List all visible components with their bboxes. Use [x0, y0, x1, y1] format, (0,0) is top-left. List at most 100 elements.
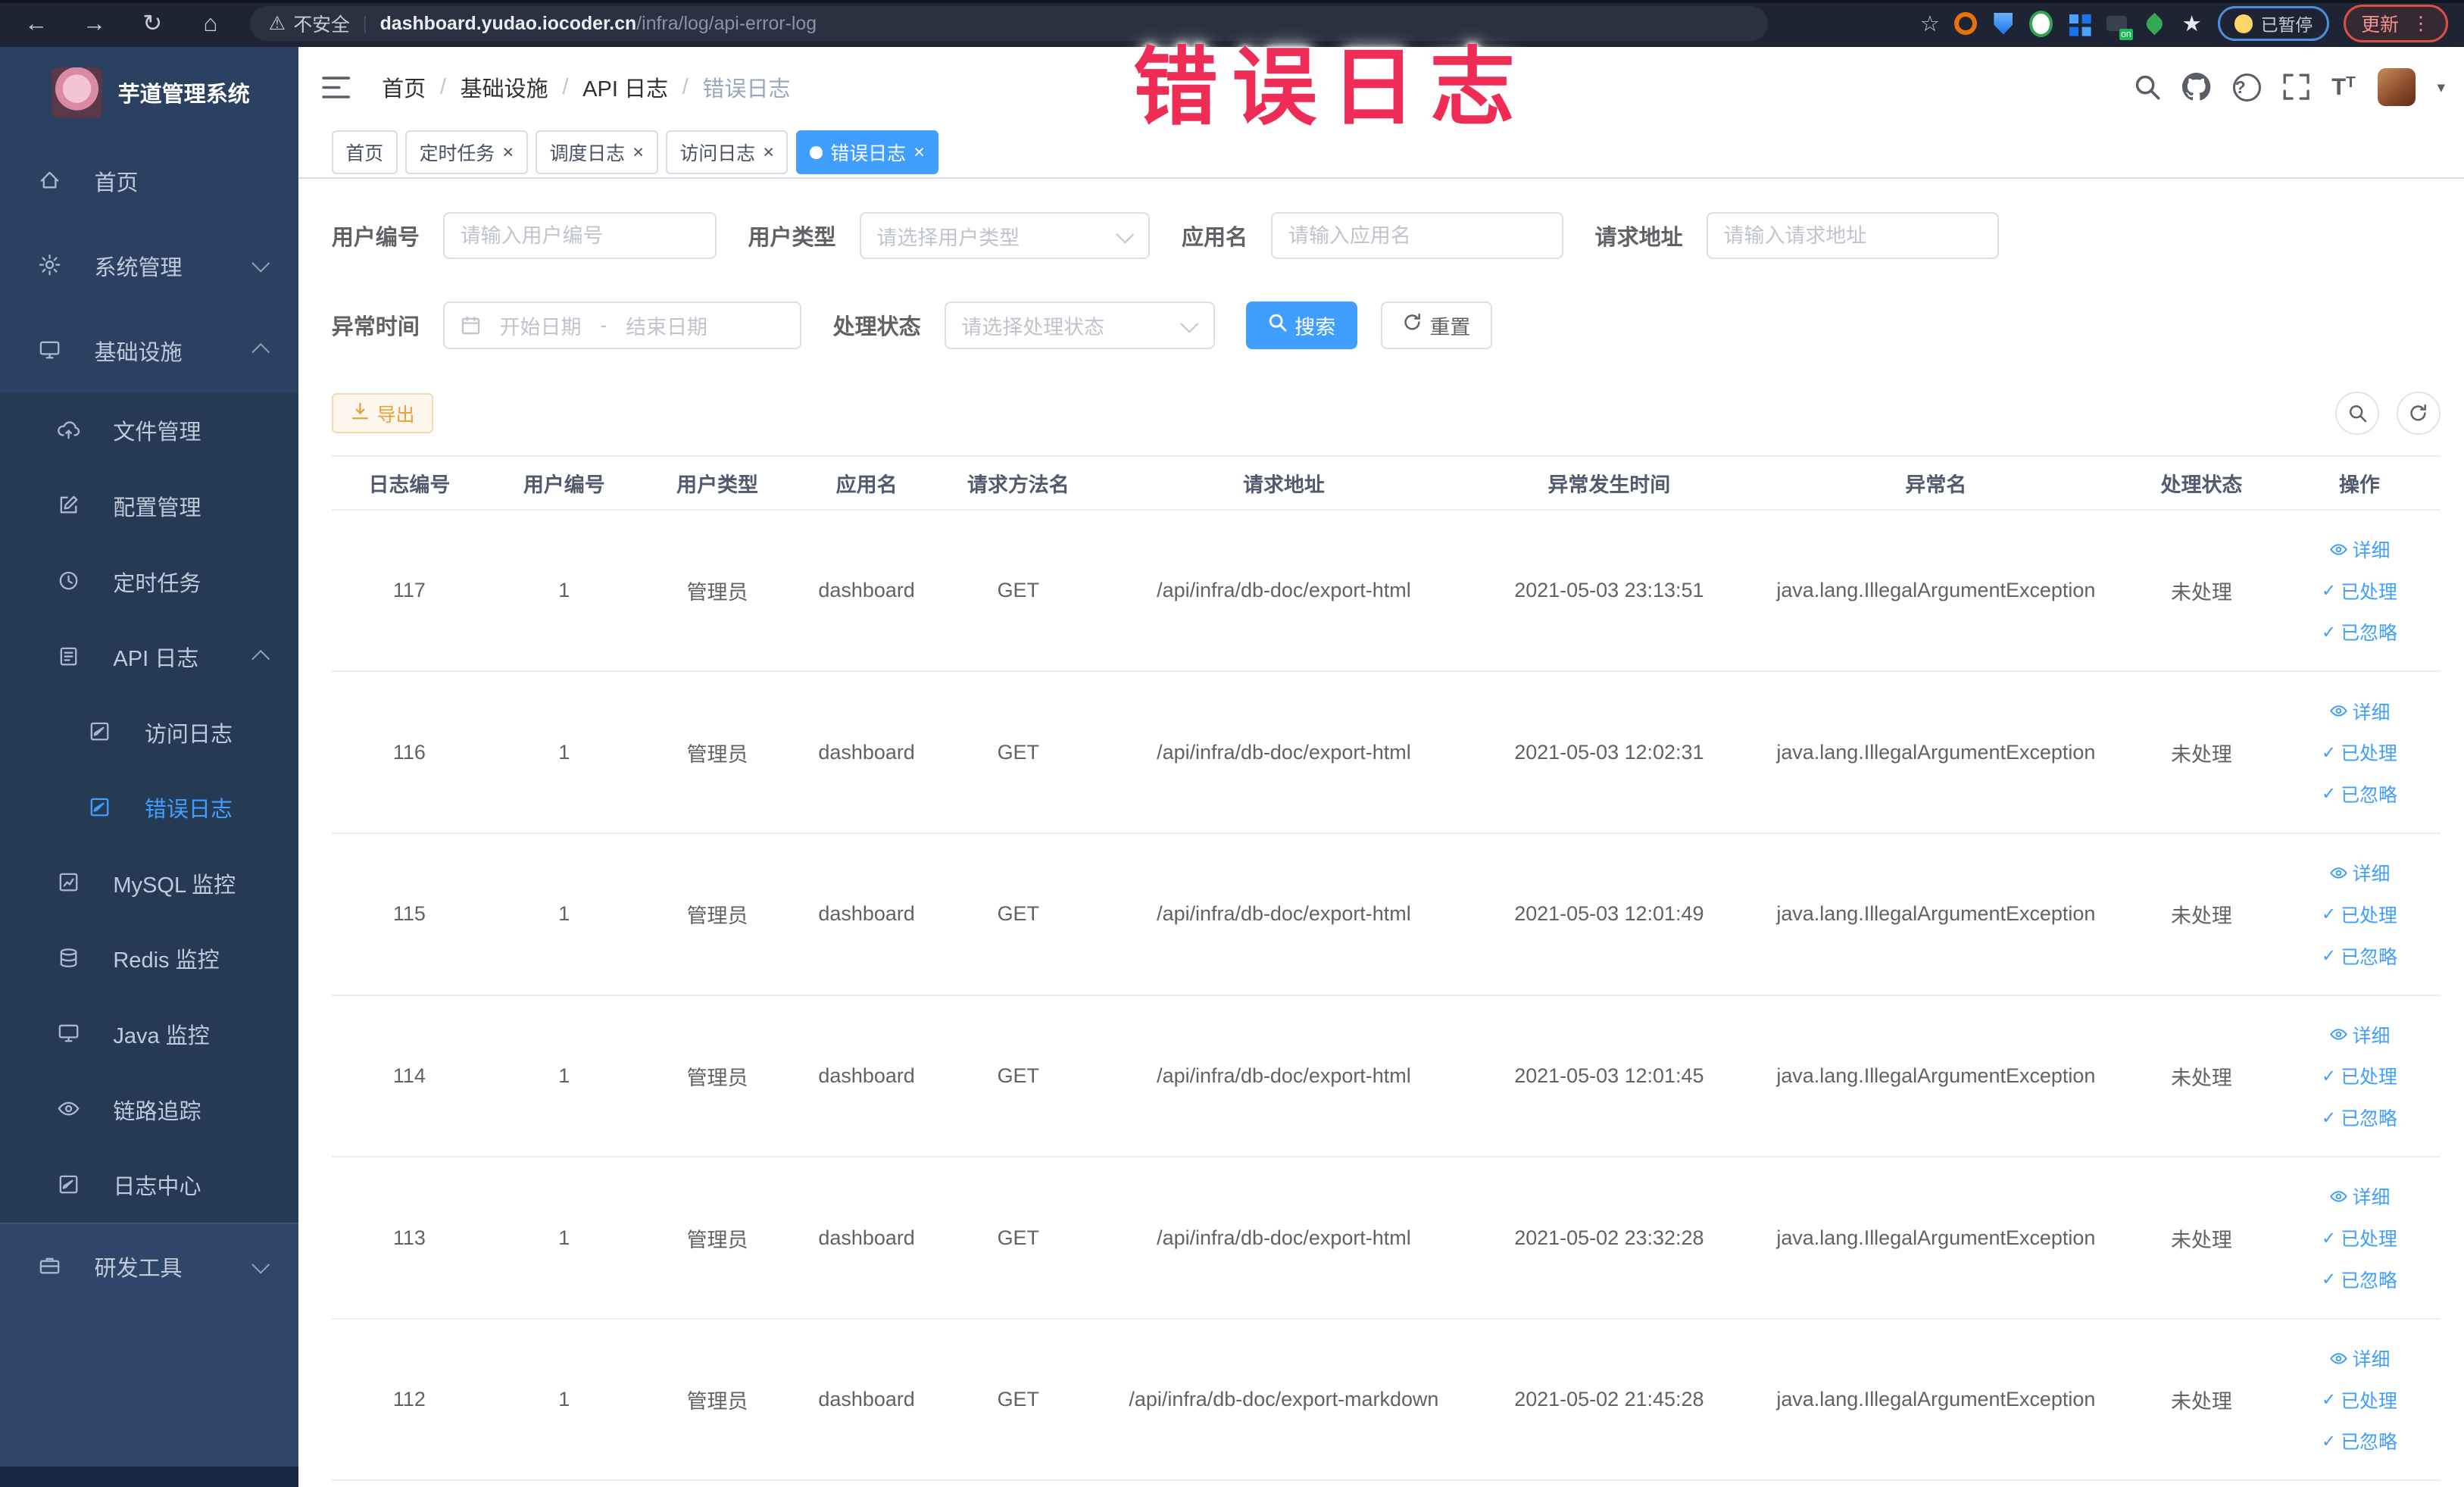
hide-search-button[interactable] [2335, 391, 2380, 436]
cell-exception-time: 2021-05-03 12:01:49 [1514, 902, 1704, 926]
avatar[interactable] [2377, 68, 2416, 107]
help-icon[interactable]: ? [2232, 73, 2261, 102]
sidebar-item[interactable]: 系统管理 [0, 223, 298, 308]
paused-chip[interactable]: 已暂停 [2217, 6, 2329, 41]
table-row: 113 1 管理员 dashboard GET /api/infra/db-do… [331, 1157, 2441, 1320]
cell-exception-name: java.lang.IllegalArgumentException [1776, 740, 2096, 764]
check-icon: ✓ [2321, 904, 2337, 924]
reload-icon[interactable]: ↻ [139, 10, 167, 37]
tag-tab[interactable]: 错误日志 × [795, 130, 939, 175]
col-actions: 操作 [2338, 473, 2380, 497]
tag-tab[interactable]: 首页 [331, 130, 398, 175]
sidebar-item[interactable]: 日志中心 [0, 1147, 298, 1223]
app-title: 芋道管理系统 [117, 83, 250, 108]
fullscreen-icon[interactable] [2283, 73, 2309, 101]
menu-dots-icon[interactable]: ⋮ [2412, 12, 2431, 35]
reset-button[interactable]: 重置 [1381, 301, 1493, 349]
sidebar-item[interactable]: 研发工具 [0, 1224, 298, 1309]
check-icon: ✓ [2321, 742, 2337, 762]
cell-exception-name: java.lang.IllegalArgumentException [1776, 1388, 2096, 1411]
sidebar-item[interactable]: Java 监控 [0, 996, 298, 1072]
col-status: 处理状态 [2160, 473, 2243, 497]
tag-tab[interactable]: 调度日志 × [535, 130, 658, 175]
check-icon: ✓ [2321, 580, 2337, 601]
search-button[interactable]: 搜索 [1246, 301, 1358, 349]
mark-ignored-link[interactable]: ✓ 已忽略 [2322, 1104, 2397, 1131]
tag-tab[interactable]: 访问日志 × [665, 130, 789, 175]
monitor-icon [38, 338, 63, 363]
exception-time-range[interactable]: 开始日期 - 结束日期 [442, 301, 801, 349]
process-status-select[interactable]: 请选择处理状态 [944, 301, 1215, 349]
end-date-placeholder: 结束日期 [626, 315, 707, 339]
mark-processed-link[interactable]: ✓ 已处理 [2322, 1062, 2397, 1089]
bookmark-star-icon[interactable]: ☆ [1920, 11, 1940, 37]
sidebar-item[interactable]: 配置管理 [0, 468, 298, 544]
sidebar-item[interactable]: 基础设施 [0, 308, 298, 393]
extensions-puzzle-icon[interactable]: ★ [2180, 12, 2203, 36]
close-icon[interactable]: × [632, 142, 644, 162]
cell-app-name: dashboard [818, 740, 915, 764]
sidebar-item[interactable]: MySQL 监控 [0, 845, 298, 921]
user-id-input[interactable] [442, 212, 717, 260]
breadcrumb-api-log[interactable]: API 日志 [582, 71, 668, 103]
sidebar-logo[interactable]: 芋道管理系统 [0, 47, 298, 138]
sidebar-item[interactable]: 链路追踪 [0, 1072, 298, 1148]
mark-ignored-link[interactable]: ✓ 已忽略 [2322, 780, 2397, 808]
breadcrumb-infra[interactable]: 基础设施 [461, 71, 548, 103]
extension-green-circle-icon[interactable] [2029, 10, 2053, 37]
detail-link[interactable]: 详细 [2329, 859, 2390, 886]
app-name-input[interactable] [1271, 212, 1564, 260]
sidebar-item[interactable]: 定时任务 [0, 544, 298, 620]
update-button[interactable]: 更新 ⋮ [2343, 5, 2449, 42]
home-icon[interactable]: ⌂ [196, 10, 224, 37]
forward-icon[interactable]: → [80, 10, 108, 37]
extension-shield-icon[interactable] [1991, 12, 2015, 36]
mark-ignored-link[interactable]: ✓ 已忽略 [2322, 618, 2397, 645]
sidebar-item[interactable]: Redis 监控 [0, 921, 298, 997]
extension-leaf-icon[interactable] [2142, 12, 2166, 36]
detail-link[interactable]: 详细 [2329, 698, 2390, 725]
close-icon[interactable]: × [502, 142, 514, 162]
mark-ignored-link[interactable]: ✓ 已忽略 [2322, 942, 2397, 970]
sidebar-item[interactable]: 访问日志 [0, 695, 298, 770]
refresh-table-button[interactable] [2396, 391, 2441, 436]
mark-processed-link[interactable]: ✓ 已处理 [2322, 901, 2397, 928]
search-icon[interactable] [2134, 73, 2160, 100]
extension-orange-icon[interactable] [1953, 11, 1978, 36]
detail-link[interactable]: 详细 [2329, 536, 2390, 563]
mark-processed-link[interactable]: ✓ 已处理 [2322, 739, 2397, 766]
edit-icon [57, 493, 82, 518]
extension-grid-icon[interactable] [2067, 12, 2091, 36]
detail-link[interactable]: 详细 [2329, 1345, 2390, 1372]
extension-on-switch-icon[interactable] [2105, 12, 2128, 36]
security-label[interactable]: 不安全 [293, 10, 350, 37]
back-icon[interactable]: ← [22, 10, 50, 37]
close-icon[interactable]: × [763, 142, 774, 162]
detail-link[interactable]: 详细 [2329, 1182, 2390, 1210]
row-actions: 详细 ✓ 已处理 ✓ 已忽略 [2278, 1345, 2441, 1454]
sidebar-collapse-bar[interactable] [0, 1466, 299, 1487]
breadcrumb-home[interactable]: 首页 [382, 71, 426, 103]
mark-processed-link[interactable]: ✓ 已处理 [2322, 1386, 2397, 1414]
sidebar-item[interactable]: 错误日志 [0, 770, 298, 845]
active-dot [810, 145, 823, 159]
export-button[interactable]: 导出 [331, 392, 434, 434]
sidebar-item[interactable]: API 日志 [0, 619, 298, 695]
request-url-input[interactable] [1706, 212, 1999, 260]
hamburger-icon[interactable] [322, 76, 351, 98]
mark-ignored-link[interactable]: ✓ 已忽略 [2322, 1427, 2397, 1454]
mark-processed-link[interactable]: ✓ 已处理 [2322, 577, 2397, 604]
github-icon[interactable] [2182, 73, 2211, 101]
font-size-icon[interactable]: TT [2331, 73, 2356, 101]
tag-tab[interactable]: 定时任务 × [405, 130, 528, 175]
sidebar-item[interactable]: 首页 [0, 139, 298, 223]
mark-ignored-link[interactable]: ✓ 已忽略 [2322, 1266, 2397, 1293]
detail-link[interactable]: 详细 [2329, 1021, 2390, 1048]
address-bar[interactable]: ⚠ 不安全 | dashboard.yudao.iocoder.cn /infr… [249, 6, 1768, 41]
sidebar-item[interactable]: 文件管理 [0, 393, 298, 469]
chevron-down-icon[interactable]: ▾ [2437, 78, 2445, 97]
url-path: /infra/log/api-error-log [636, 12, 817, 34]
close-icon[interactable]: × [913, 142, 925, 162]
mark-processed-link[interactable]: ✓ 已处理 [2322, 1224, 2397, 1251]
user-type-select[interactable]: 请选择用户类型 [859, 212, 1151, 260]
